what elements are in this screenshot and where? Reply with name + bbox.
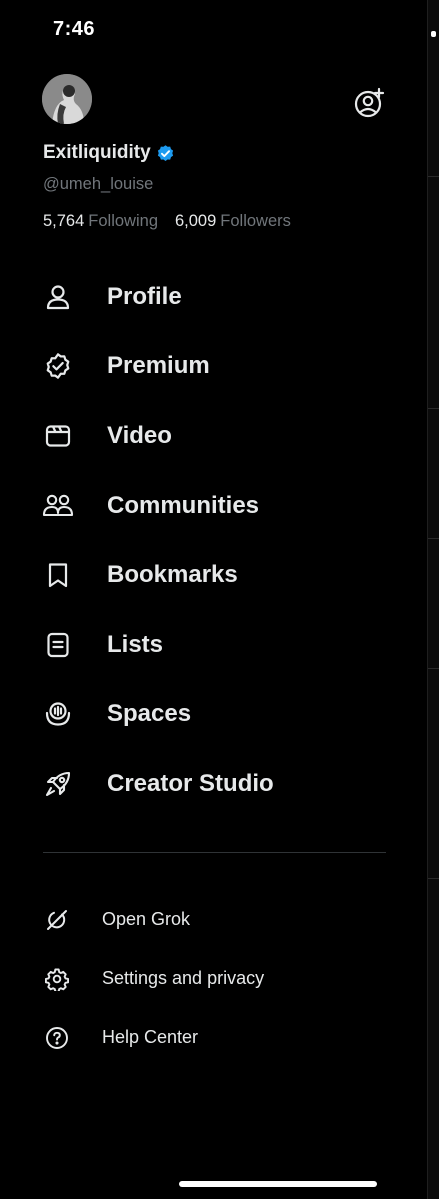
rocket-icon	[42, 768, 74, 800]
status-bar-time: 7:46	[53, 18, 96, 40]
avatar[interactable]	[42, 74, 92, 124]
menu-item-video[interactable]: Video	[0, 401, 427, 471]
menu-divider	[43, 852, 386, 853]
menu-item-lists[interactable]: Lists	[0, 610, 427, 680]
menu-item-premium[interactable]: Premium	[0, 332, 427, 402]
followers-label: Followers	[220, 212, 291, 230]
menu-item-label: Communities	[107, 491, 260, 519]
menu-item-communities[interactable]: Communities	[0, 471, 427, 541]
verified-badge-icon	[156, 144, 175, 163]
menu-item-open-grok[interactable]: Open Grok	[0, 890, 427, 949]
menu-item-label: Bookmarks	[107, 561, 238, 589]
following-label: Following	[88, 212, 158, 230]
following-count: 5,764	[43, 212, 85, 230]
menu-item-help-center[interactable]: Help Center	[0, 1008, 427, 1067]
menu-item-label: Settings and privacy	[102, 968, 265, 988]
menu-item-bookmarks[interactable]: Bookmarks	[0, 540, 427, 610]
grok-icon	[44, 907, 70, 933]
handle: @umeh_louise	[43, 175, 154, 193]
spaces-icon	[42, 698, 74, 730]
followers-link[interactable]: 6,009 Followers	[175, 212, 291, 231]
communities-icon	[42, 490, 74, 522]
menu-item-label: Premium	[107, 352, 210, 380]
menu-item-label: Profile	[107, 282, 182, 310]
menu-item-spaces[interactable]: Spaces	[0, 680, 427, 750]
status-indicator	[431, 31, 436, 37]
list-icon	[42, 629, 74, 661]
followers-count: 6,009	[175, 212, 217, 230]
timeline-edge	[427, 0, 439, 1199]
display-name-row[interactable]: Exitliquidity	[43, 142, 175, 164]
help-icon	[44, 1025, 70, 1051]
video-icon	[42, 420, 74, 452]
display-name[interactable]: Exitliquidity	[43, 142, 151, 164]
following-link[interactable]: 5,764 Following	[43, 212, 158, 231]
bookmark-icon	[42, 559, 74, 591]
person-icon	[42, 281, 74, 313]
follow-stats: 5,764 Following 6,009 Followers	[43, 212, 291, 231]
menu-item-label: Spaces	[107, 700, 192, 728]
menu-item-label: Lists	[107, 630, 164, 658]
premium-badge-icon	[42, 350, 74, 382]
menu-item-label: Open Grok	[102, 909, 191, 929]
secondary-menu: Open Grok Settings and privacy Help Cent…	[0, 890, 427, 1067]
menu-item-label: Video	[107, 421, 172, 449]
main-menu: Profile Premium Video Communities Bookma…	[0, 262, 427, 819]
menu-item-settings[interactable]: Settings and privacy	[0, 949, 427, 1008]
menu-item-creator-studio[interactable]: Creator Studio	[0, 749, 427, 819]
menu-item-label: Help Center	[102, 1027, 199, 1047]
menu-item-label: Creator Studio	[107, 769, 274, 797]
home-indicator[interactable]	[179, 1181, 377, 1187]
add-account-icon[interactable]	[352, 86, 386, 120]
menu-item-profile[interactable]: Profile	[0, 262, 427, 332]
gear-icon	[44, 966, 70, 992]
